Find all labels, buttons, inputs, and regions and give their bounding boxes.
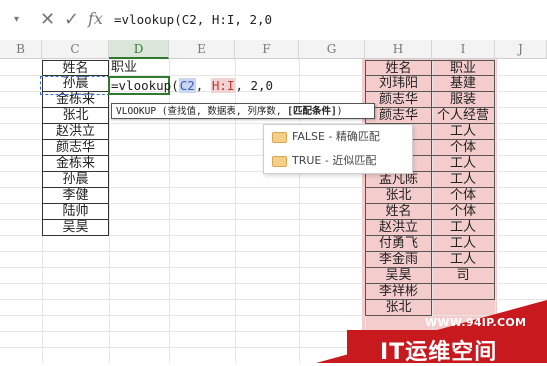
cell-h10[interactable]: 姓名	[365, 204, 432, 220]
cell-i4[interactable]: 个人经营	[432, 108, 495, 124]
column-header-e[interactable]: E	[169, 40, 235, 59]
function-signature-tooltip: VLOOKUP (查找值, 数据表, 列序数, [匹配条件])	[111, 103, 375, 119]
cell-c10[interactable]: 陆帅	[42, 204, 109, 220]
cell-c4[interactable]: 张北	[42, 108, 109, 124]
cell-h9[interactable]: 张北	[365, 188, 432, 204]
match-type-menu: FALSE - 精确匹配 TRUE - 近似匹配	[263, 124, 413, 174]
cell-h2[interactable]: 刘玮阳	[365, 76, 432, 92]
cell-i12[interactable]: 工人	[432, 236, 495, 252]
cell-i10[interactable]: 个体	[432, 204, 495, 220]
cell-h3[interactable]: 颜志华	[365, 92, 432, 108]
column-header-d[interactable]: D	[109, 40, 169, 59]
tooltip-close-paren: )	[336, 106, 343, 117]
cell-h12[interactable]: 付勇飞	[365, 236, 432, 252]
column-header-c[interactable]: C	[42, 40, 109, 59]
watermark-brand: IT运维空间	[380, 340, 498, 365]
cell-d1[interactable]: 职业	[109, 60, 169, 76]
column-header-b[interactable]: B	[0, 40, 42, 59]
watermark-url: WWW.94IP.COM	[425, 316, 527, 329]
formula-ref-hi: H:I	[210, 78, 236, 93]
cell-i13[interactable]: 工人	[432, 252, 495, 268]
tooltip-current-arg: [匹配条件]	[287, 106, 337, 117]
column-header-f[interactable]: F	[235, 40, 299, 59]
cell-edit-formula[interactable]: =vlookup(C2, H:I, 2,0	[111, 78, 273, 93]
cell-c8[interactable]: 孙晨	[42, 172, 109, 188]
cell-h11[interactable]: 赵洪立	[365, 220, 432, 236]
cell-h14[interactable]: 吴昊	[365, 268, 432, 284]
menu-item-label: TRUE - 近似匹配	[292, 154, 377, 167]
menu-item-true[interactable]: TRUE - 近似匹配	[264, 149, 412, 173]
cell-h4[interactable]: 颜志华	[365, 108, 432, 124]
menu-item-label: FALSE - 精确匹配	[292, 130, 380, 143]
option-icon	[272, 156, 287, 167]
cell-c9[interactable]: 李健	[42, 188, 109, 204]
cell-h8[interactable]: 孟凡陈	[365, 172, 432, 188]
column-header-i[interactable]: I	[432, 40, 495, 59]
cell-h15[interactable]: 李祥彬	[365, 284, 432, 300]
cell-h1[interactable]: 姓名	[365, 60, 432, 76]
column-header-g[interactable]: G	[299, 40, 365, 59]
cell-i3[interactable]: 服装	[432, 92, 495, 108]
cell-i2[interactable]: 基建	[432, 76, 495, 92]
column-header-j[interactable]: J	[495, 40, 547, 59]
confirm-icon[interactable]: ✓	[64, 9, 79, 30]
cancel-icon[interactable]: ✕	[40, 9, 55, 30]
cell-i5[interactable]: 工人	[432, 124, 495, 140]
cell-i6[interactable]: 个体	[432, 140, 495, 156]
referenced-cell-c2	[40, 76, 110, 95]
formula-input[interactable]: =vlookup(C2, H:I, 2,0	[114, 7, 546, 33]
cell-c11[interactable]: 吴昊	[42, 220, 109, 236]
cell-i7[interactable]: 工人	[432, 156, 495, 172]
cell-i1[interactable]: 职业	[432, 60, 495, 76]
cell-i8[interactable]: 工人	[432, 172, 495, 188]
column-header-h[interactable]: H	[365, 40, 432, 59]
cell-i11[interactable]: 工人	[432, 220, 495, 236]
cell-h13[interactable]: 李金雨	[365, 252, 432, 268]
menu-item-false[interactable]: FALSE - 精确匹配	[264, 125, 412, 149]
formula-ref-c2: C2	[178, 78, 196, 93]
cell-i9[interactable]: 个体	[432, 188, 495, 204]
cell-c6[interactable]: 颜志华	[42, 140, 109, 156]
option-icon	[272, 132, 287, 143]
formula-bar: ▾ ✕ ✓ fx =vlookup(C2, H:I, 2,0	[0, 0, 547, 41]
name-box-dropdown-icon[interactable]: ▾	[14, 14, 19, 25]
formula-prefix: =vlookup(	[111, 78, 179, 93]
cell-c1[interactable]: 姓名	[42, 60, 109, 76]
tooltip-args: VLOOKUP (查找值, 数据表, 列序数,	[116, 106, 288, 117]
cell-i15[interactable]	[432, 284, 495, 300]
cell-i14[interactable]: 司	[432, 268, 495, 284]
formula-suffix: , 2,0	[235, 78, 274, 93]
insert-function-icon[interactable]: fx	[88, 9, 103, 28]
formula-separator: ,	[195, 78, 211, 93]
cell-c5[interactable]: 赵洪立	[42, 124, 109, 140]
cell-c7[interactable]: 金栋来	[42, 156, 109, 172]
